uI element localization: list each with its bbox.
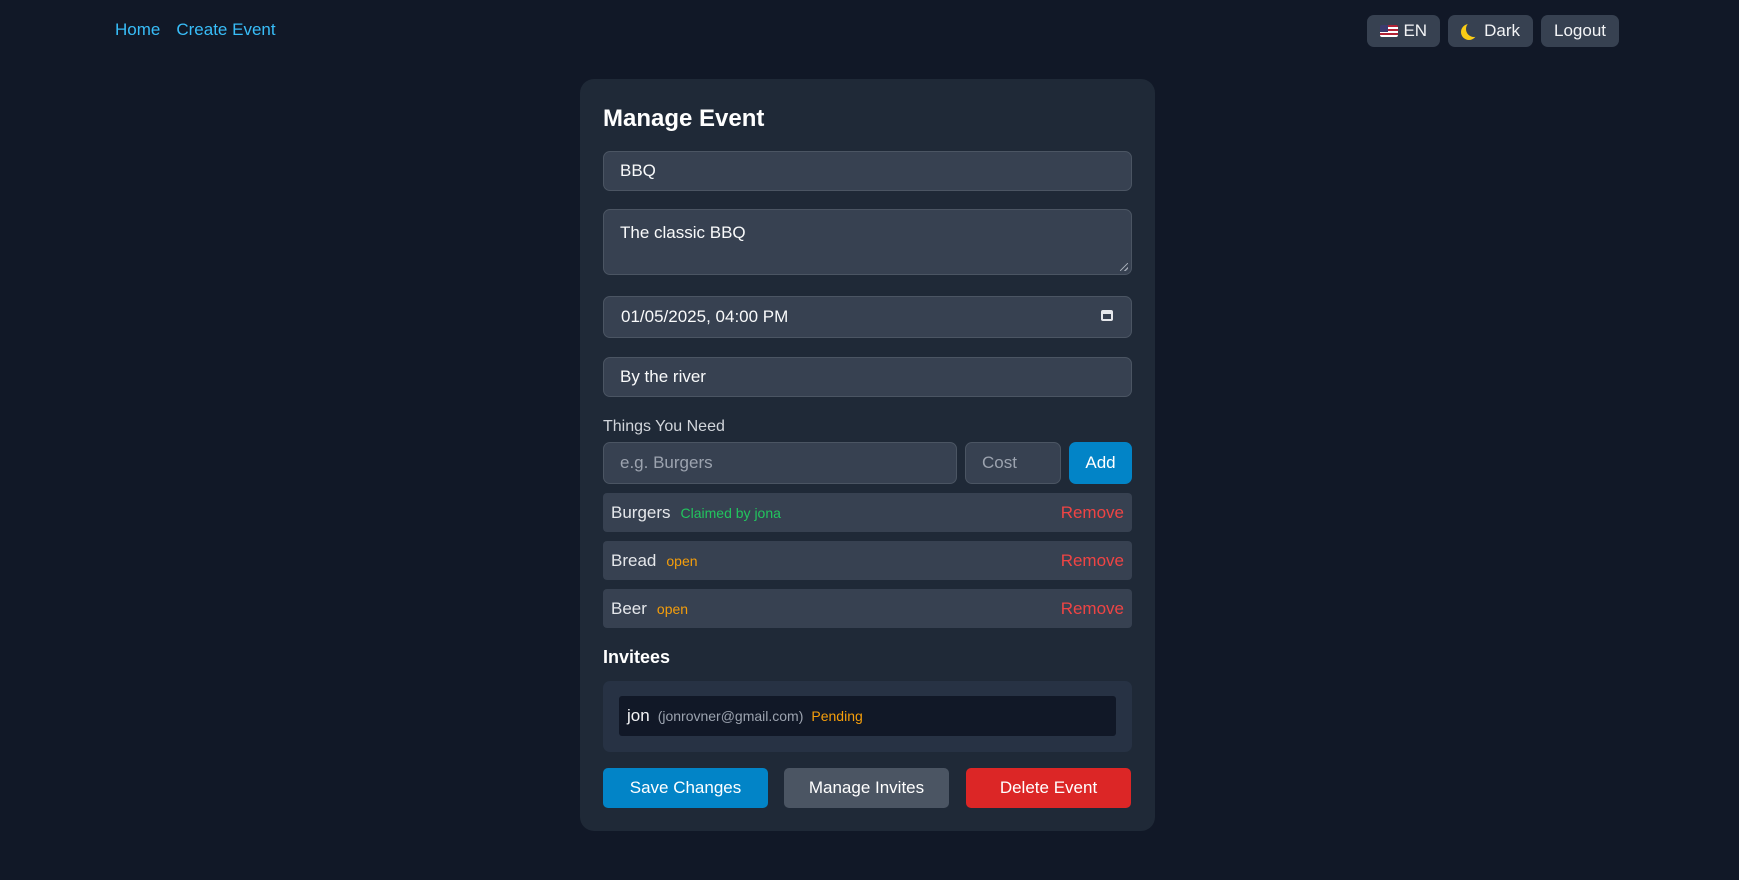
logout-button[interactable]: Logout (1541, 15, 1619, 47)
item-status-badge: open (656, 600, 689, 617)
item-name: Bread (611, 550, 657, 570)
theme-toggle-button[interactable]: Dark (1448, 15, 1533, 47)
invitees-heading: Invitees (603, 647, 671, 667)
event-location-input[interactable]: By the river (603, 357, 1132, 397)
moon-icon (1466, 21, 1482, 37)
event-datetime-input[interactable]: 01/05/2025, 04:00 PM (603, 296, 1132, 338)
list-item: Burgers Claimed by jona Remove (603, 493, 1132, 532)
manage-invites-button[interactable]: Manage Invites (784, 768, 949, 808)
invitee-email: (jonrovner@gmail.com) (657, 708, 804, 724)
delete-event-button[interactable]: Delete Event (966, 768, 1131, 808)
item-status-badge: open (666, 552, 698, 569)
theme-label: Dark (1484, 21, 1520, 40)
resize-grip-icon[interactable] (1120, 263, 1128, 271)
event-description-textarea[interactable]: The classic BBQ (603, 209, 1132, 275)
item-name-input[interactable]: e.g. Burgers (603, 442, 957, 484)
calendar-icon[interactable] (1101, 310, 1113, 321)
remove-item-button[interactable]: Remove (1061, 503, 1124, 523)
description-text: The classic BBQ (620, 223, 746, 242)
invitee-name: jon (627, 706, 650, 725)
language-button[interactable]: EN (1367, 15, 1441, 47)
list-item: Bread open Remove (603, 541, 1132, 580)
invitee-status-badge: Pending (811, 708, 863, 724)
invitee-row: jon (jonrovner@gmail.com) Pending (619, 696, 1116, 736)
us-flag-icon (1380, 25, 1399, 37)
list-item: Beer open Remove (603, 589, 1132, 628)
page-title: Manage Event (603, 105, 765, 132)
language-label: EN (1403, 21, 1428, 40)
invitees-list: jon (jonrovner@gmail.com) Pending (603, 681, 1132, 752)
add-item-button[interactable]: Add (1069, 442, 1132, 484)
nav-links: Home Create Event (115, 20, 276, 40)
nav-home-link[interactable]: Home (115, 20, 160, 40)
top-navigation: Home Create Event EN Dark Logout (0, 0, 1739, 62)
save-changes-button[interactable]: Save Changes (603, 768, 768, 808)
remove-item-button[interactable]: Remove (1061, 599, 1124, 619)
item-status-badge: Claimed by jona (680, 504, 781, 521)
manage-event-card: Manage Event BBQ The classic BBQ 01/05/2… (580, 79, 1155, 831)
nav-create-event-link[interactable]: Create Event (176, 20, 275, 40)
item-name: Burgers (611, 502, 671, 522)
item-cost-input[interactable]: Cost (965, 442, 1061, 484)
nav-controls: EN Dark Logout (1367, 15, 1619, 47)
event-name-input[interactable]: BBQ (603, 151, 1132, 191)
datetime-value: 01/05/2025, 04:00 PM (621, 307, 789, 326)
item-name: Beer (611, 598, 647, 618)
things-you-need-label: Things You Need (603, 418, 725, 435)
remove-item-button[interactable]: Remove (1061, 551, 1124, 571)
